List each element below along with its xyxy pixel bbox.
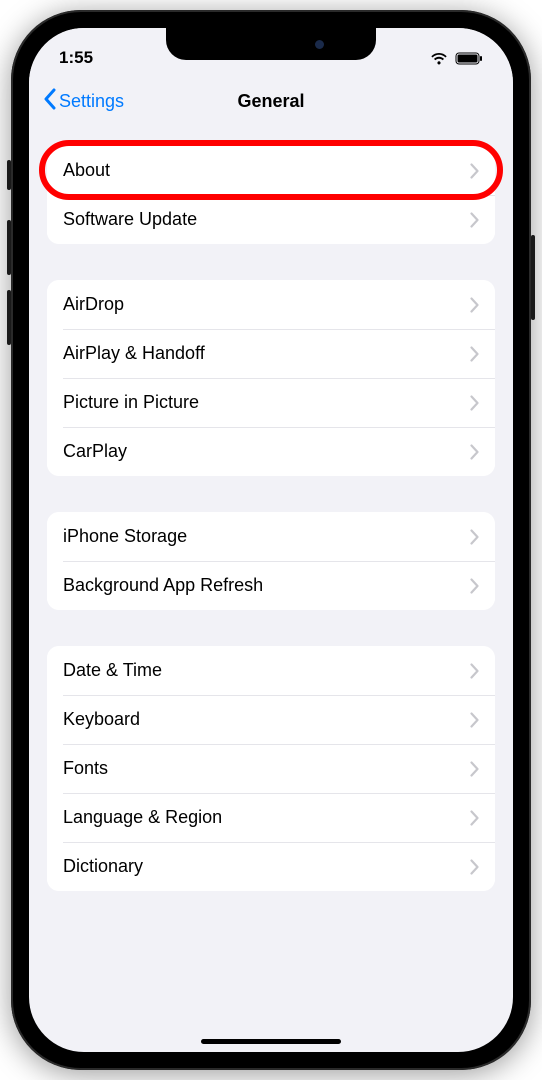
settings-group: About Software Update — [47, 146, 495, 244]
row-label: AirPlay & Handoff — [63, 343, 205, 364]
back-label: Settings — [59, 91, 124, 112]
row-language-region[interactable]: Language & Region — [47, 793, 495, 842]
page-title: General — [237, 91, 304, 112]
back-button[interactable]: Settings — [43, 88, 124, 115]
row-label: Picture in Picture — [63, 392, 199, 413]
row-airdrop[interactable]: AirDrop — [47, 280, 495, 329]
nav-bar: Settings General — [29, 76, 513, 126]
row-about[interactable]: About — [47, 146, 495, 195]
row-label: iPhone Storage — [63, 526, 187, 547]
row-airplay-handoff[interactable]: AirPlay & Handoff — [47, 329, 495, 378]
chevron-right-icon — [470, 578, 479, 594]
row-keyboard[interactable]: Keyboard — [47, 695, 495, 744]
chevron-right-icon — [470, 297, 479, 313]
row-label: Software Update — [63, 209, 197, 230]
row-iphone-storage[interactable]: iPhone Storage — [47, 512, 495, 561]
content-scroll[interactable]: About Software Update AirDrop AirPlay & Han… — [29, 126, 513, 1052]
chevron-right-icon — [470, 529, 479, 545]
row-label: Dictionary — [63, 856, 143, 877]
chevron-right-icon — [470, 212, 479, 228]
row-label: Language & Region — [63, 807, 222, 828]
settings-group: iPhone Storage Background App Refresh — [47, 512, 495, 610]
row-label: About — [63, 160, 110, 181]
chevron-right-icon — [470, 712, 479, 728]
settings-group: Date & Time Keyboard Fonts Language & Regio… — [47, 646, 495, 891]
mute-switch — [7, 160, 11, 190]
row-dictionary[interactable]: Dictionary — [47, 842, 495, 891]
row-label: Background App Refresh — [63, 575, 263, 596]
power-button — [531, 235, 535, 320]
chevron-right-icon — [470, 444, 479, 460]
row-label: CarPlay — [63, 441, 127, 462]
row-label: AirDrop — [63, 294, 124, 315]
chevron-right-icon — [470, 810, 479, 826]
chevron-right-icon — [470, 163, 479, 179]
row-carplay[interactable]: CarPlay — [47, 427, 495, 476]
battery-icon — [455, 52, 483, 65]
phone-frame: 1:55 Settings General About Software Upda… — [11, 10, 531, 1070]
notch — [166, 28, 376, 60]
screen: 1:55 Settings General About Software Upda… — [29, 28, 513, 1052]
row-fonts[interactable]: Fonts — [47, 744, 495, 793]
chevron-right-icon — [470, 346, 479, 362]
row-label: Fonts — [63, 758, 108, 779]
row-background-app-refresh[interactable]: Background App Refresh — [47, 561, 495, 610]
settings-group: AirDrop AirPlay & Handoff Picture in Pictu… — [47, 280, 495, 476]
row-software-update[interactable]: Software Update — [47, 195, 495, 244]
chevron-right-icon — [470, 859, 479, 875]
row-date-time[interactable]: Date & Time — [47, 646, 495, 695]
volume-down-button — [7, 290, 11, 345]
front-camera — [315, 40, 324, 49]
row-label: Date & Time — [63, 660, 162, 681]
status-icons — [430, 52, 483, 65]
chevron-left-icon — [43, 88, 56, 115]
volume-up-button — [7, 220, 11, 275]
chevron-right-icon — [470, 395, 479, 411]
row-picture-in-picture[interactable]: Picture in Picture — [47, 378, 495, 427]
status-time: 1:55 — [59, 48, 93, 68]
home-indicator[interactable] — [201, 1039, 341, 1044]
chevron-right-icon — [470, 761, 479, 777]
wifi-icon — [430, 52, 448, 65]
row-label: Keyboard — [63, 709, 140, 730]
chevron-right-icon — [470, 663, 479, 679]
